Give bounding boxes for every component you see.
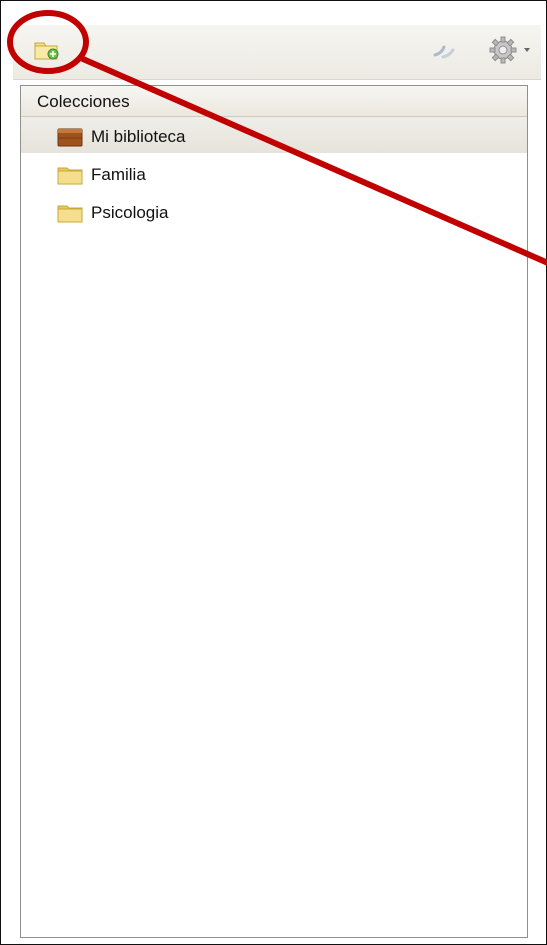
- dropdown-arrow-icon: [524, 48, 530, 52]
- collections-header[interactable]: Colecciones: [21, 86, 527, 117]
- collection-item-mi-biblioteca[interactable]: Mi biblioteca: [57, 122, 186, 152]
- collection-item-label: Psicologia: [91, 203, 169, 222]
- collection-item-psicologia[interactable]: Psicologia: [57, 198, 169, 228]
- zotero-left-pane: Colecciones Mi biblioteca Familia Psicol…: [0, 0, 547, 945]
- collections-tree: Colecciones Mi biblioteca Familia Psicol…: [20, 85, 528, 938]
- folder-icon: [57, 205, 83, 223]
- actions-menu-button[interactable]: [485, 35, 535, 65]
- sync-button[interactable]: [429, 37, 459, 63]
- gear-icon: [489, 36, 517, 64]
- folder-icon: [57, 167, 83, 185]
- collection-item-label: Familia: [91, 165, 146, 184]
- library-icon: [57, 128, 83, 147]
- new-collection-icon: [34, 42, 59, 60]
- collections-header-label: Colecciones: [37, 92, 130, 111]
- collection-item-label: Mi biblioteca: [91, 127, 186, 146]
- new-collection-button[interactable]: [33, 37, 61, 61]
- sync-icon: [433, 45, 455, 59]
- collections-toolbar: [13, 25, 541, 80]
- collection-item-familia[interactable]: Familia: [57, 160, 146, 190]
